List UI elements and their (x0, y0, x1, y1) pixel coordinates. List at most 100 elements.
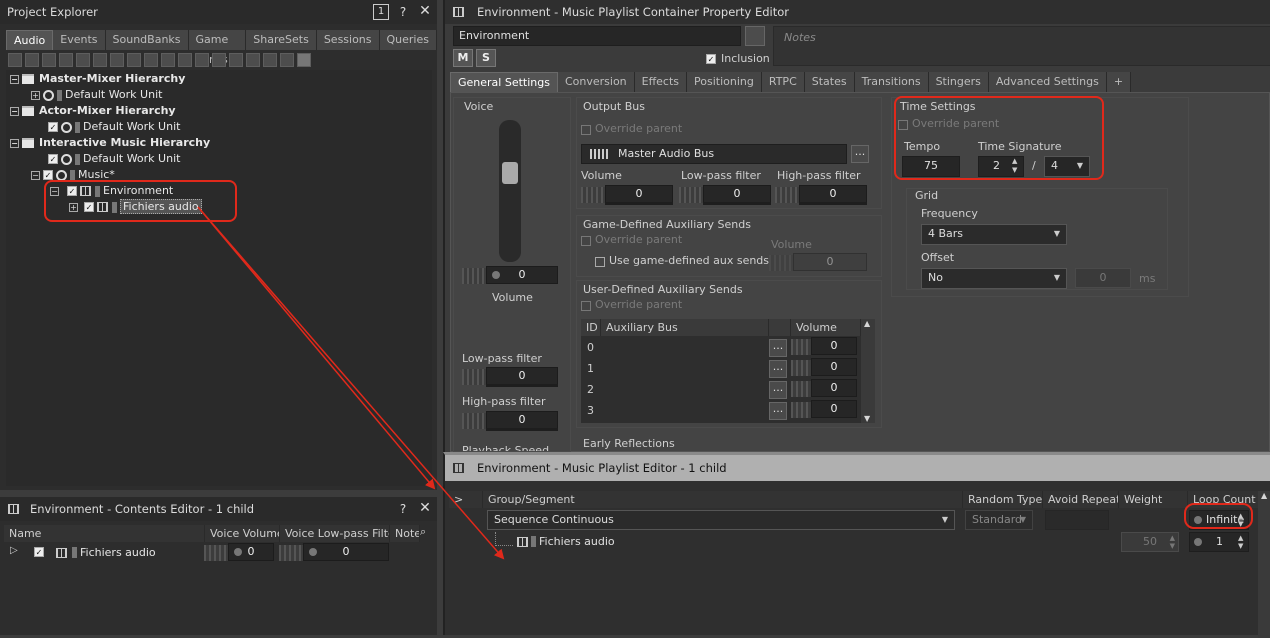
tab-soundbanks[interactable]: SoundBanks (105, 30, 189, 50)
col-voice-volume[interactable]: Voice Volume (205, 525, 280, 542)
aux-volume-slider[interactable]: 0 (791, 379, 857, 399)
tab-add[interactable]: + (1106, 72, 1132, 92)
tab-conversion[interactable]: Conversion (557, 72, 635, 92)
checkbox-icon[interactable]: ✓ (48, 122, 58, 132)
expand-arrow-icon[interactable]: ▷ (10, 545, 18, 556)
tab-stingers[interactable]: Stingers (928, 72, 989, 92)
tree-item-interactive-music[interactable]: − Interactive Music Hierarchy (10, 135, 210, 151)
user-aux-scrollbar[interactable]: ▲ ▼ (861, 319, 875, 423)
toolbar-work-unit-icon[interactable] (8, 53, 22, 67)
toolbar-audio-device-icon[interactable] (280, 53, 294, 67)
slider-value[interactable]: 0 (799, 185, 867, 203)
toolbar-music-segment-icon[interactable] (212, 53, 226, 67)
toolbar-music-playlist-icon[interactable] (195, 53, 209, 67)
table-row[interactable]: ▷ ✓ Fichiers audio 0 0 (4, 543, 432, 563)
offset-select[interactable]: No ▼ (921, 268, 1067, 289)
tab-sessions[interactable]: Sessions (316, 30, 380, 50)
tree-item-actor-mixer[interactable]: − Actor-Mixer Hierarchy (10, 103, 176, 119)
tab-sharesets[interactable]: ShareSets (246, 30, 317, 50)
output-override-checkbox[interactable] (581, 125, 591, 135)
voice-lpf-slider[interactable]: 0 (279, 543, 389, 563)
output-bus-field[interactable]: Master Audio Bus (581, 144, 847, 164)
toolbar-sound-icon[interactable] (144, 53, 158, 67)
toolbar-folder-icon[interactable] (25, 53, 39, 67)
col-expand[interactable]: > (449, 491, 483, 508)
help-icon[interactable]: ? (395, 4, 411, 20)
slider-value[interactable]: 0 (703, 185, 771, 203)
voice-volume-slider[interactable]: 0 (462, 266, 558, 286)
tab-transitions[interactable]: Transitions (854, 72, 929, 92)
scroll-down-icon[interactable]: ▼ (864, 414, 870, 423)
tree-item-mm-default-work-unit[interactable]: + Default Work Unit (31, 87, 162, 103)
s-button[interactable]: S (476, 49, 496, 67)
output-bus-browse-button[interactable]: ... (851, 145, 869, 163)
notes-field[interactable]: Notes (773, 26, 1270, 66)
slider-value[interactable]: 0 (486, 367, 558, 385)
scroll-up-icon[interactable]: ▲ (864, 319, 870, 328)
voice-volume-slider[interactable]: 0 (204, 543, 274, 563)
output-lpf-slider[interactable]: 0 (679, 185, 771, 205)
checkbox-icon[interactable]: ✓ (48, 154, 58, 164)
tab-states[interactable]: States (804, 72, 855, 92)
stepper-icon[interactable]: ▲ ▼ (1170, 534, 1175, 550)
inclusion-checkbox[interactable]: ✓ (706, 54, 716, 64)
toolbar-physical-folder-icon[interactable] (42, 53, 56, 67)
col-aux-bus[interactable]: Auxiliary Bus (601, 319, 769, 336)
avoid-repeat-field[interactable] (1045, 510, 1109, 530)
slider-value[interactable]: 0 (811, 358, 857, 376)
tab-positioning[interactable]: Positioning (687, 72, 762, 92)
collapse-icon[interactable]: − (31, 170, 40, 180)
tab-rtpc[interactable]: RTPC (761, 72, 805, 92)
slider-value[interactable]: 0 (793, 253, 867, 271)
tab-queries[interactable]: Queries (379, 30, 437, 50)
output-volume-slider[interactable]: 0 (581, 185, 673, 205)
aux-volume-slider[interactable]: 0 (791, 337, 857, 357)
game-aux-override-checkbox[interactable] (581, 236, 591, 246)
toolbar-sequence-container-icon[interactable] (93, 53, 107, 67)
offset-ms-field[interactable]: 0 (1075, 268, 1131, 288)
tree-item-master-mixer[interactable]: − Master-Mixer Hierarchy (10, 71, 185, 87)
aux-browse-button[interactable]: ... (769, 381, 787, 399)
tab-advanced-settings[interactable]: Advanced Settings (988, 72, 1107, 92)
toolbar-voice-icon[interactable] (161, 53, 175, 67)
group-type-select[interactable]: Sequence Continuous ▼ (487, 510, 955, 530)
col-voice-lpf[interactable]: Voice Low-pass Filter (280, 525, 390, 542)
random-type-select[interactable]: Standard ▼ (965, 510, 1033, 530)
table-row[interactable]: 1 ... 0 (581, 358, 861, 379)
voice-lpf-slider[interactable]: 0 (462, 367, 558, 387)
m-button[interactable]: M (453, 49, 473, 67)
col-volume[interactable]: Volume (791, 319, 861, 336)
help-icon[interactable]: ? (395, 501, 411, 517)
voice-hpf-slider[interactable]: 0 (462, 411, 558, 431)
collapse-icon[interactable]: − (10, 74, 19, 84)
slider-value[interactable]: 0 (811, 379, 857, 397)
toolbar-playlist-icon[interactable] (297, 53, 311, 67)
aux-browse-button[interactable]: ... (769, 360, 787, 378)
collapse-icon[interactable]: − (10, 138, 19, 148)
checkbox-icon[interactable]: ✓ (43, 170, 53, 180)
slider-value[interactable]: 0 (605, 185, 673, 203)
col-weight[interactable]: Weight (1119, 491, 1188, 508)
col-id[interactable]: ID (581, 319, 601, 336)
aux-volume-slider[interactable]: 0 (791, 400, 857, 420)
fader-handle-icon[interactable] (502, 162, 518, 184)
col-notes[interactable]: Notes (390, 525, 420, 542)
tab-game-syncs[interactable]: Game Syncs (188, 30, 247, 66)
tab-effects[interactable]: Effects (634, 72, 688, 92)
table-row[interactable]: 3 ... 0 (581, 400, 861, 421)
use-game-aux-checkbox[interactable] (595, 257, 605, 267)
game-aux-volume-slider[interactable]: 0 (769, 253, 867, 273)
toolbar-switch-container-icon[interactable] (110, 53, 124, 67)
toolbar-blend-container-icon[interactable] (127, 53, 141, 67)
tree-item-am-default-work-unit[interactable]: ✓ Default Work Unit (48, 119, 180, 135)
aux-browse-button[interactable]: ... (769, 402, 787, 420)
tab-events[interactable]: Events (53, 30, 106, 50)
toolbar-bus-icon[interactable] (246, 53, 260, 67)
toolbar-music-switch-icon[interactable] (178, 53, 192, 67)
col-random-type[interactable]: Random Type (963, 491, 1043, 508)
user-aux-override-checkbox[interactable] (581, 301, 591, 311)
scroll-up-icon[interactable]: ▲ (1261, 491, 1267, 500)
slider-value[interactable]: 0 (811, 400, 857, 418)
slider-value[interactable]: 0 (811, 337, 857, 355)
tab-audio[interactable]: Audio (6, 30, 54, 50)
